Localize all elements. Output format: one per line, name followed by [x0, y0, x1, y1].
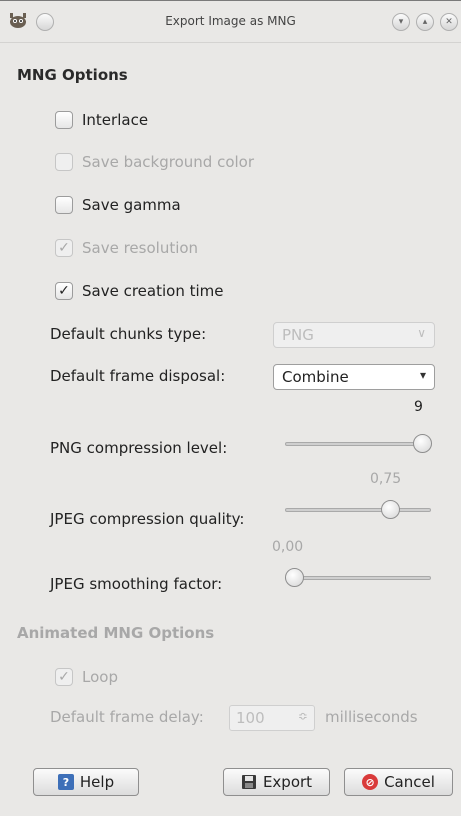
- title-bar: Export Image as MNG ▾ ▴ ✕: [0, 2, 461, 43]
- slider-handle[interactable]: [413, 434, 432, 453]
- save-creation-time-checkbox[interactable]: ✓ Save creation time: [55, 279, 223, 303]
- select-value: PNG: [282, 326, 314, 344]
- help-button-label: Help: [79, 773, 115, 791]
- checkmark-icon: ✓: [55, 239, 73, 257]
- chevron-down-icon: ∨: [417, 326, 426, 340]
- checkmark-icon: ✓: [55, 282, 73, 300]
- frame-delay-label: Default frame delay:: [50, 708, 204, 726]
- checkbox-label: Save creation time: [82, 282, 224, 300]
- export-button-label: Export: [262, 773, 313, 791]
- png-compression-value: 9: [414, 399, 423, 415]
- loop-checkbox[interactable]: ✓ Loop: [55, 665, 118, 689]
- checkmark-icon: ✓: [55, 668, 73, 686]
- default-chunks-type-select[interactable]: PNG ∨: [273, 322, 435, 348]
- slider-groove: [285, 576, 431, 580]
- help-icon: ?: [57, 774, 74, 790]
- png-compression-slider[interactable]: [285, 433, 432, 455]
- checkbox-label: Interlace: [82, 111, 149, 129]
- export-dialog: Export Image as MNG ▾ ▴ ✕ MNG Options In…: [0, 0, 461, 816]
- slider-handle[interactable]: [285, 568, 304, 587]
- checkbox-label: Save gamma: [82, 196, 181, 214]
- cancel-icon: ⊘: [362, 774, 379, 790]
- export-button[interactable]: Export: [223, 768, 330, 796]
- jpeg-smoothing-value: 0,00: [272, 539, 304, 555]
- maximize-icon[interactable]: ▴: [416, 13, 434, 31]
- checkbox-box: [55, 111, 73, 129]
- png-compression-label: PNG compression level:: [50, 439, 228, 457]
- spinner-arrows-icon[interactable]: ≎: [298, 709, 308, 723]
- save-background-color-checkbox[interactable]: Save background color: [55, 150, 254, 174]
- jpeg-quality-slider[interactable]: [285, 499, 431, 521]
- checkbox-box: [55, 196, 73, 214]
- frame-delay-spinner[interactable]: 100 ≎: [229, 705, 315, 731]
- checkbox-label: Save resolution: [82, 239, 199, 257]
- checkbox-label: Save background color: [82, 153, 255, 171]
- jpeg-smoothing-label: JPEG smoothing factor:: [50, 575, 223, 593]
- mng-options-heading: MNG Options: [17, 66, 128, 84]
- slider-groove: [285, 508, 431, 512]
- checkbox-box: [55, 153, 73, 171]
- animated-options-heading: Animated MNG Options: [17, 624, 215, 642]
- frame-delay-unit: milliseconds: [325, 708, 418, 726]
- save-resolution-checkbox[interactable]: ✓ Save resolution: [55, 236, 198, 260]
- close-icon[interactable]: ✕: [440, 13, 458, 31]
- jpeg-quality-value: 0,75: [370, 471, 402, 487]
- slider-handle[interactable]: [381, 500, 400, 519]
- default-chunks-type-label: Default chunks type:: [50, 325, 207, 343]
- minimize-icon[interactable]: ▾: [392, 13, 410, 31]
- jpeg-quality-label: JPEG compression quality:: [50, 510, 245, 528]
- help-button[interactable]: ? Help: [33, 768, 139, 796]
- default-frame-disposal-label: Default frame disposal:: [50, 367, 226, 385]
- default-frame-disposal-select[interactable]: Combine ▾: [273, 364, 435, 390]
- chevron-down-icon: ▾: [419, 368, 426, 382]
- spinner-value: 100: [236, 709, 265, 727]
- jpeg-smoothing-slider[interactable]: [285, 567, 431, 589]
- save-gamma-checkbox[interactable]: Save gamma: [55, 193, 181, 217]
- checkbox-label: Loop: [82, 668, 118, 686]
- interlace-checkbox[interactable]: Interlace: [55, 108, 148, 132]
- cancel-button[interactable]: ⊘ Cancel: [344, 768, 453, 796]
- slider-groove: [285, 442, 431, 446]
- cancel-button-label: Cancel: [384, 773, 435, 791]
- save-icon: [241, 774, 257, 790]
- select-value: Combine: [282, 368, 349, 386]
